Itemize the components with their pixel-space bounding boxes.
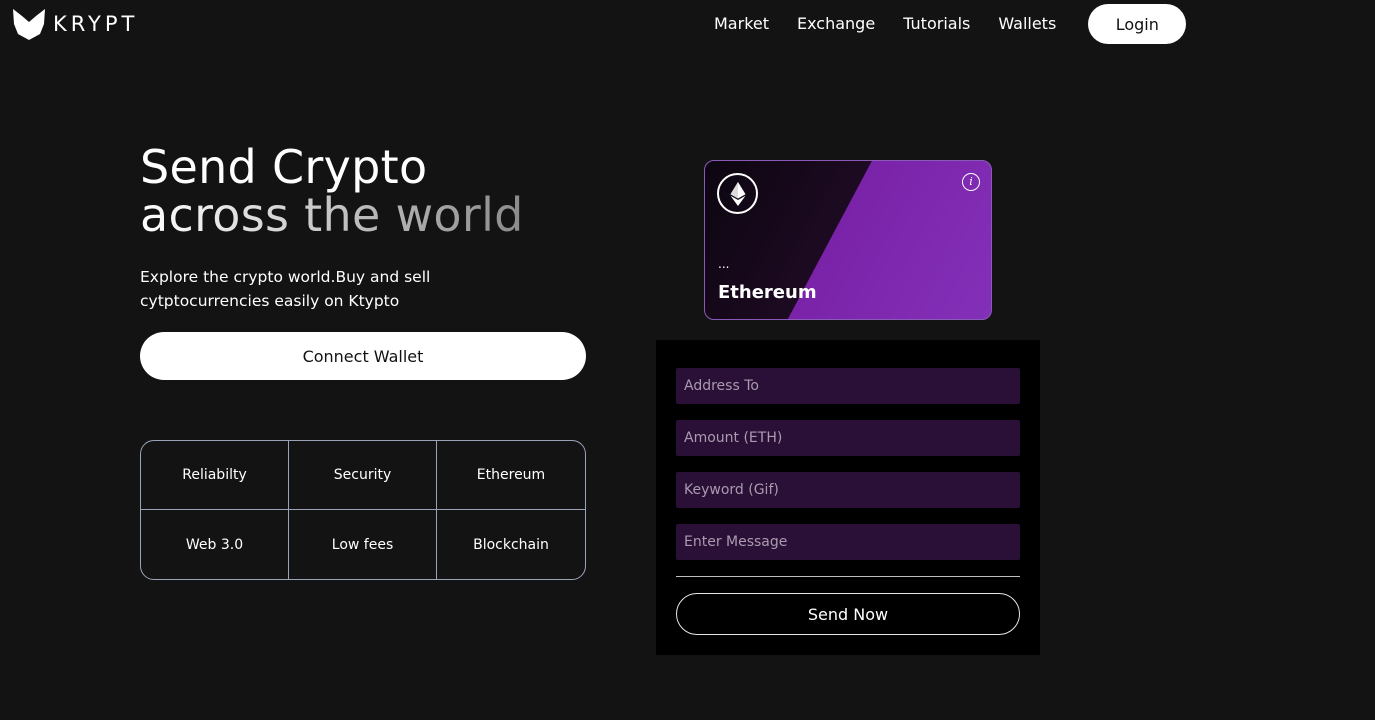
- feature-grid: Reliabilty Security Ethereum Web 3.0 Low…: [140, 440, 586, 580]
- nav-link-tutorials[interactable]: Tutorials: [889, 4, 984, 44]
- feature-web3: Web 3.0: [141, 510, 289, 579]
- top-nav: Market Exchange Tutorials Wallets Login: [700, 4, 1187, 44]
- nav-link-market[interactable]: Market: [700, 4, 783, 44]
- send-now-button[interactable]: Send Now: [676, 593, 1020, 635]
- login-button[interactable]: Login: [1088, 4, 1187, 44]
- card-address: ...: [718, 257, 730, 271]
- form-divider: [676, 576, 1020, 577]
- feature-blockchain: Blockchain: [473, 536, 549, 553]
- send-form: Send Now: [656, 340, 1040, 655]
- fox-logo-icon: [13, 9, 45, 40]
- feature-reliability: Reliabilty: [141, 441, 289, 510]
- brand-logo[interactable]: KRYPT: [11, 7, 138, 41]
- address-to-input[interactable]: [676, 368, 1020, 404]
- hero-subtitle: Explore the crypto world.Buy and sell cy…: [140, 268, 431, 310]
- message-input[interactable]: [676, 524, 1020, 560]
- card-network-name: Ethereum: [718, 282, 817, 303]
- feature-low-fees: Low fees: [289, 510, 437, 579]
- amount-input[interactable]: [676, 420, 1020, 456]
- info-icon[interactable]: i: [962, 173, 980, 191]
- hero-title: Send Crypto across the world: [140, 143, 524, 239]
- connect-wallet-button[interactable]: Connect Wallet: [140, 332, 586, 380]
- hero-title-line1: Send Crypto: [140, 140, 428, 194]
- brand-name: KRYPT: [53, 12, 139, 36]
- keyword-input[interactable]: [676, 472, 1020, 508]
- hero-title-line2: across the world: [140, 188, 524, 242]
- feature-security: Security: [289, 441, 437, 510]
- ethereum-card: i ... Ethereum: [704, 160, 992, 320]
- nav-link-wallets[interactable]: Wallets: [984, 4, 1070, 44]
- nav-link-exchange[interactable]: Exchange: [783, 4, 889, 44]
- ethereum-logo-icon: [717, 173, 758, 214]
- feature-ethereum: Ethereum: [437, 441, 585, 510]
